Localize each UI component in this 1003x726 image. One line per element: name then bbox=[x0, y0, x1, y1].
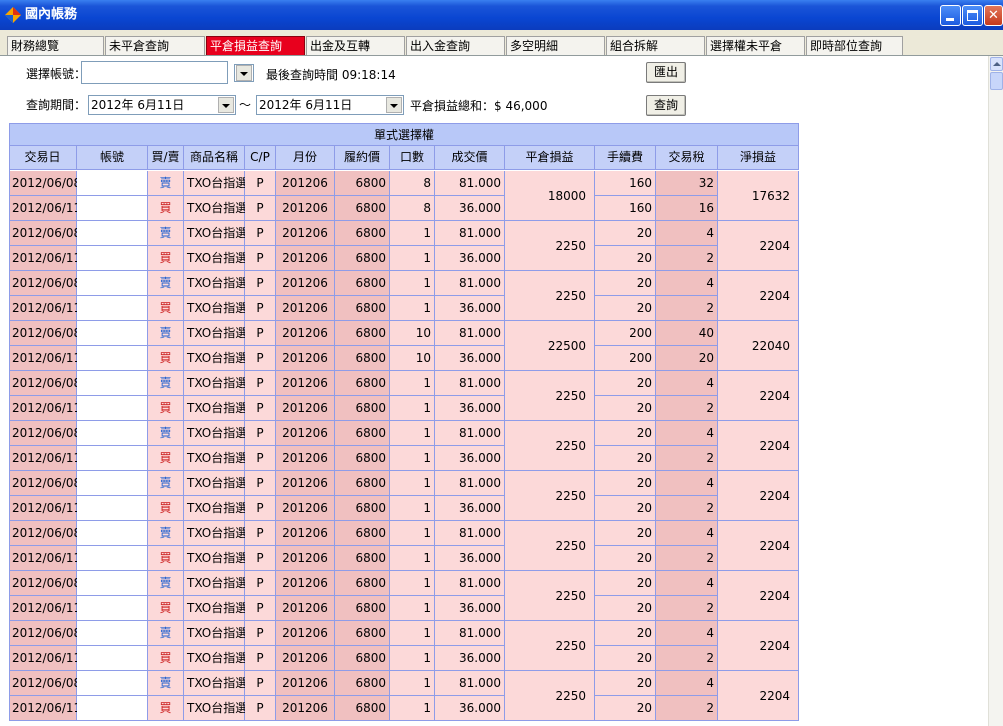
scroll-thumb[interactable] bbox=[990, 72, 1003, 90]
account-dropdown-button[interactable] bbox=[234, 64, 254, 82]
grid-left-border bbox=[9, 123, 799, 721]
date-to-value: 2012年 6月11日 bbox=[259, 98, 353, 112]
date-to-picker[interactable]: 2012年 6月11日 bbox=[256, 95, 404, 115]
account-label: 選擇帳號： bbox=[26, 67, 87, 81]
tab-6[interactable]: 多空明細 bbox=[506, 36, 605, 55]
tab-8[interactable]: 選擇權未平倉 bbox=[706, 36, 805, 55]
export-button[interactable]: 匯出 bbox=[646, 62, 686, 83]
close-button[interactable]: ✕ bbox=[984, 5, 1003, 26]
maximize-icon bbox=[967, 10, 978, 21]
title-bar: 國內帳務 ✕ bbox=[0, 0, 1003, 30]
minimize-icon bbox=[946, 18, 954, 21]
tab-1[interactable]: 財務總覽 bbox=[7, 36, 104, 55]
scroll-up-button[interactable] bbox=[990, 57, 1003, 71]
tab-3[interactable]: 平倉損益查詢 bbox=[206, 36, 305, 55]
minimize-button[interactable] bbox=[940, 5, 961, 26]
tab-9[interactable]: 即時部位查詢 bbox=[806, 36, 903, 55]
maximize-button[interactable] bbox=[962, 5, 983, 26]
query-button[interactable]: 查詢 bbox=[646, 95, 686, 116]
tab-2[interactable]: 未平倉查詢 bbox=[105, 36, 205, 55]
tab-strip: 財務總覽 未平倉查詢 平倉損益查詢 出金及互轉 出入金查詢 多空明細 組合拆解 選擇權未平倉即… bbox=[0, 30, 1003, 56]
date-separator: ～ bbox=[239, 98, 252, 112]
vertical-scrollbar[interactable] bbox=[988, 56, 1003, 726]
app-diamond-icon bbox=[5, 7, 21, 23]
account-select[interactable] bbox=[81, 61, 228, 84]
chevron-down-icon bbox=[386, 97, 402, 113]
chevron-down-icon bbox=[218, 97, 234, 113]
close-icon: ✕ bbox=[988, 8, 999, 23]
tab-5[interactable]: 出入金查詢 bbox=[406, 36, 505, 55]
period-label: 查詢期間： bbox=[26, 98, 87, 112]
total-pnl: 平倉損益總和：$ 46,000 bbox=[410, 99, 548, 113]
tab-4[interactable]: 出金及互轉 bbox=[306, 36, 405, 55]
date-from-value: 2012年 6月11日 bbox=[91, 98, 185, 112]
total-pnl-value: $ 46,000 bbox=[494, 99, 548, 113]
last-query-time: 09:18:14 bbox=[341, 68, 396, 82]
chevron-down-icon bbox=[236, 65, 252, 81]
last-query-label: 最後查詢時間 09:18:14 bbox=[266, 68, 396, 82]
date-from-picker[interactable]: 2012年 6月11日 bbox=[88, 95, 236, 115]
window-title: 國內帳務 bbox=[25, 7, 78, 22]
tab-7[interactable]: 組合拆解 bbox=[606, 36, 705, 55]
